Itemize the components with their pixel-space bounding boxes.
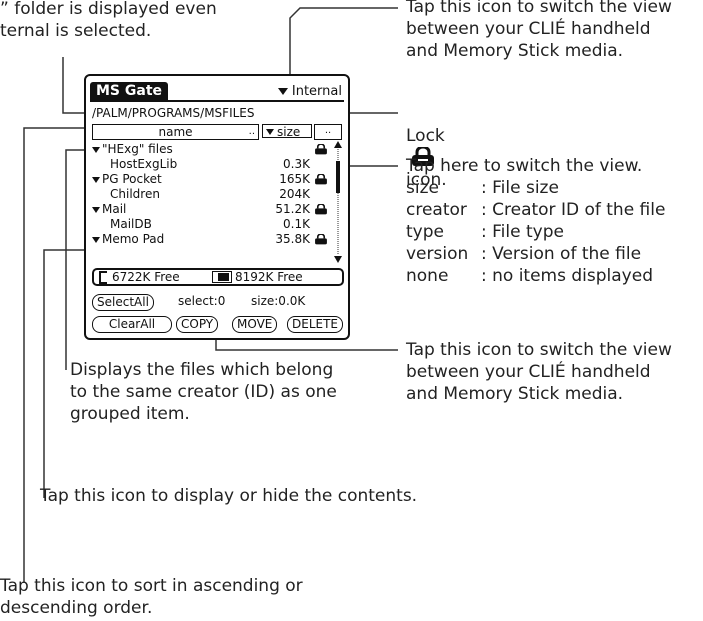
switch-view-note-top: Tap this icon to switch the view between… — [406, 0, 672, 61]
file-list: "HExg" files HostExgLib 0.3K PG Pocket 1… — [92, 142, 328, 247]
internal-memory-icon[interactable] — [212, 271, 232, 283]
scroll-up-icon[interactable] — [334, 141, 342, 148]
ms-gate-screen: MS Gate Internal /PALM/PROGRAMS/MSFILES … — [84, 74, 350, 340]
sort-name-button[interactable]: name .. — [92, 124, 259, 140]
file-size: 0.1K — [283, 217, 310, 231]
view-option: version: Version of the file — [406, 244, 642, 264]
clear-all-button[interactable]: ClearAll — [92, 316, 172, 333]
location-dropdown[interactable]: Internal — [277, 82, 342, 101]
file-name: PG Pocket — [102, 172, 162, 186]
expand-triangle-icon[interactable] — [92, 176, 100, 183]
lock-icon — [315, 234, 327, 245]
view-option: creator: Creator ID of the file — [406, 200, 666, 220]
list-item[interactable]: "HExg" files — [92, 142, 328, 157]
file-name: HostExgLib — [110, 157, 178, 171]
expand-triangle-icon[interactable] — [92, 146, 100, 153]
extra-column-button[interactable]: .. — [314, 124, 342, 140]
view-option: type: File type — [406, 222, 564, 242]
select-count: select:0 — [178, 294, 226, 308]
view-options-list: size: File size creator: Creator ID of t… — [406, 177, 665, 287]
list-item[interactable]: MailDB 0.1K — [92, 217, 328, 232]
list-item[interactable]: Memo Pad 35.8K — [92, 232, 328, 247]
file-name: MailDB — [110, 217, 152, 231]
switch-view-note-mid: Tap here to switch the view. — [406, 156, 643, 176]
memory-stick-icon[interactable] — [99, 271, 107, 284]
column-header: name .. size .. — [92, 124, 342, 140]
list-item[interactable]: HostExgLib 0.3K — [92, 157, 328, 172]
switch-view-note-bottom: Tap this icon to switch the view between… — [406, 340, 672, 404]
expand-triangle-icon[interactable] — [92, 236, 100, 243]
file-name: Mail — [102, 202, 127, 216]
lock-icon — [315, 204, 327, 215]
ms-free-space: 6722K Free — [112, 270, 180, 284]
view-option: size: File size — [406, 178, 559, 198]
expand-triangle-icon[interactable] — [92, 206, 100, 213]
scroll-down-icon[interactable] — [334, 256, 342, 263]
file-size: 0.3K — [283, 157, 310, 171]
view-switch-label: size — [277, 125, 301, 139]
file-size: 165K — [279, 172, 310, 186]
delete-button[interactable]: DELETE — [287, 316, 344, 333]
chevron-down-icon — [277, 88, 288, 95]
file-name: "HExg" files — [102, 142, 173, 156]
lock-icon — [315, 174, 327, 185]
sort-name-label: name — [158, 125, 193, 139]
copy-button[interactable]: COPY — [176, 316, 219, 333]
chevron-down-icon — [266, 129, 274, 135]
location-dropdown-label: Internal — [291, 84, 342, 99]
list-item[interactable]: PG Pocket 165K — [92, 172, 328, 187]
scroll-thumb[interactable] — [336, 161, 340, 193]
list-item[interactable]: Mail 51.2K — [92, 202, 328, 217]
file-size: 204K — [279, 187, 310, 201]
file-size: 51.2K — [275, 202, 310, 216]
view-switch-button[interactable]: size — [262, 124, 312, 139]
internal-free-space: 8192K Free — [235, 270, 303, 284]
grouped-items-note: Displays the files which belong to the s… — [70, 360, 337, 424]
file-size: 35.8K — [275, 232, 310, 246]
lock-icon — [315, 144, 327, 155]
file-name: Memo Pad — [102, 232, 165, 246]
current-path: /PALM/PROGRAMS/MSFILES — [92, 106, 255, 120]
size-total: size:0.0K — [251, 294, 306, 308]
lock-icon-note-before: Lock — [406, 126, 445, 146]
display-hide-note: Tap this icon to display or hide the con… — [40, 486, 418, 506]
move-button[interactable]: MOVE — [232, 316, 278, 333]
storage-switch-bar[interactable]: 6722K Free 8192K Free — [92, 268, 344, 286]
sort-name-dots: .. — [248, 126, 255, 137]
select-all-button[interactable]: SelectAll — [92, 294, 154, 311]
view-option: none: no items displayed — [406, 266, 653, 286]
folder-note-fragment: ” folder is displayed even ternal is sel… — [0, 0, 217, 41]
file-name: Children — [110, 187, 160, 201]
app-title: MS Gate — [90, 82, 169, 101]
scrollbar[interactable] — [334, 141, 342, 263]
sort-order-note: Tap this icon to sort in ascending or de… — [0, 576, 303, 618]
list-item[interactable]: Children 204K — [92, 187, 328, 202]
